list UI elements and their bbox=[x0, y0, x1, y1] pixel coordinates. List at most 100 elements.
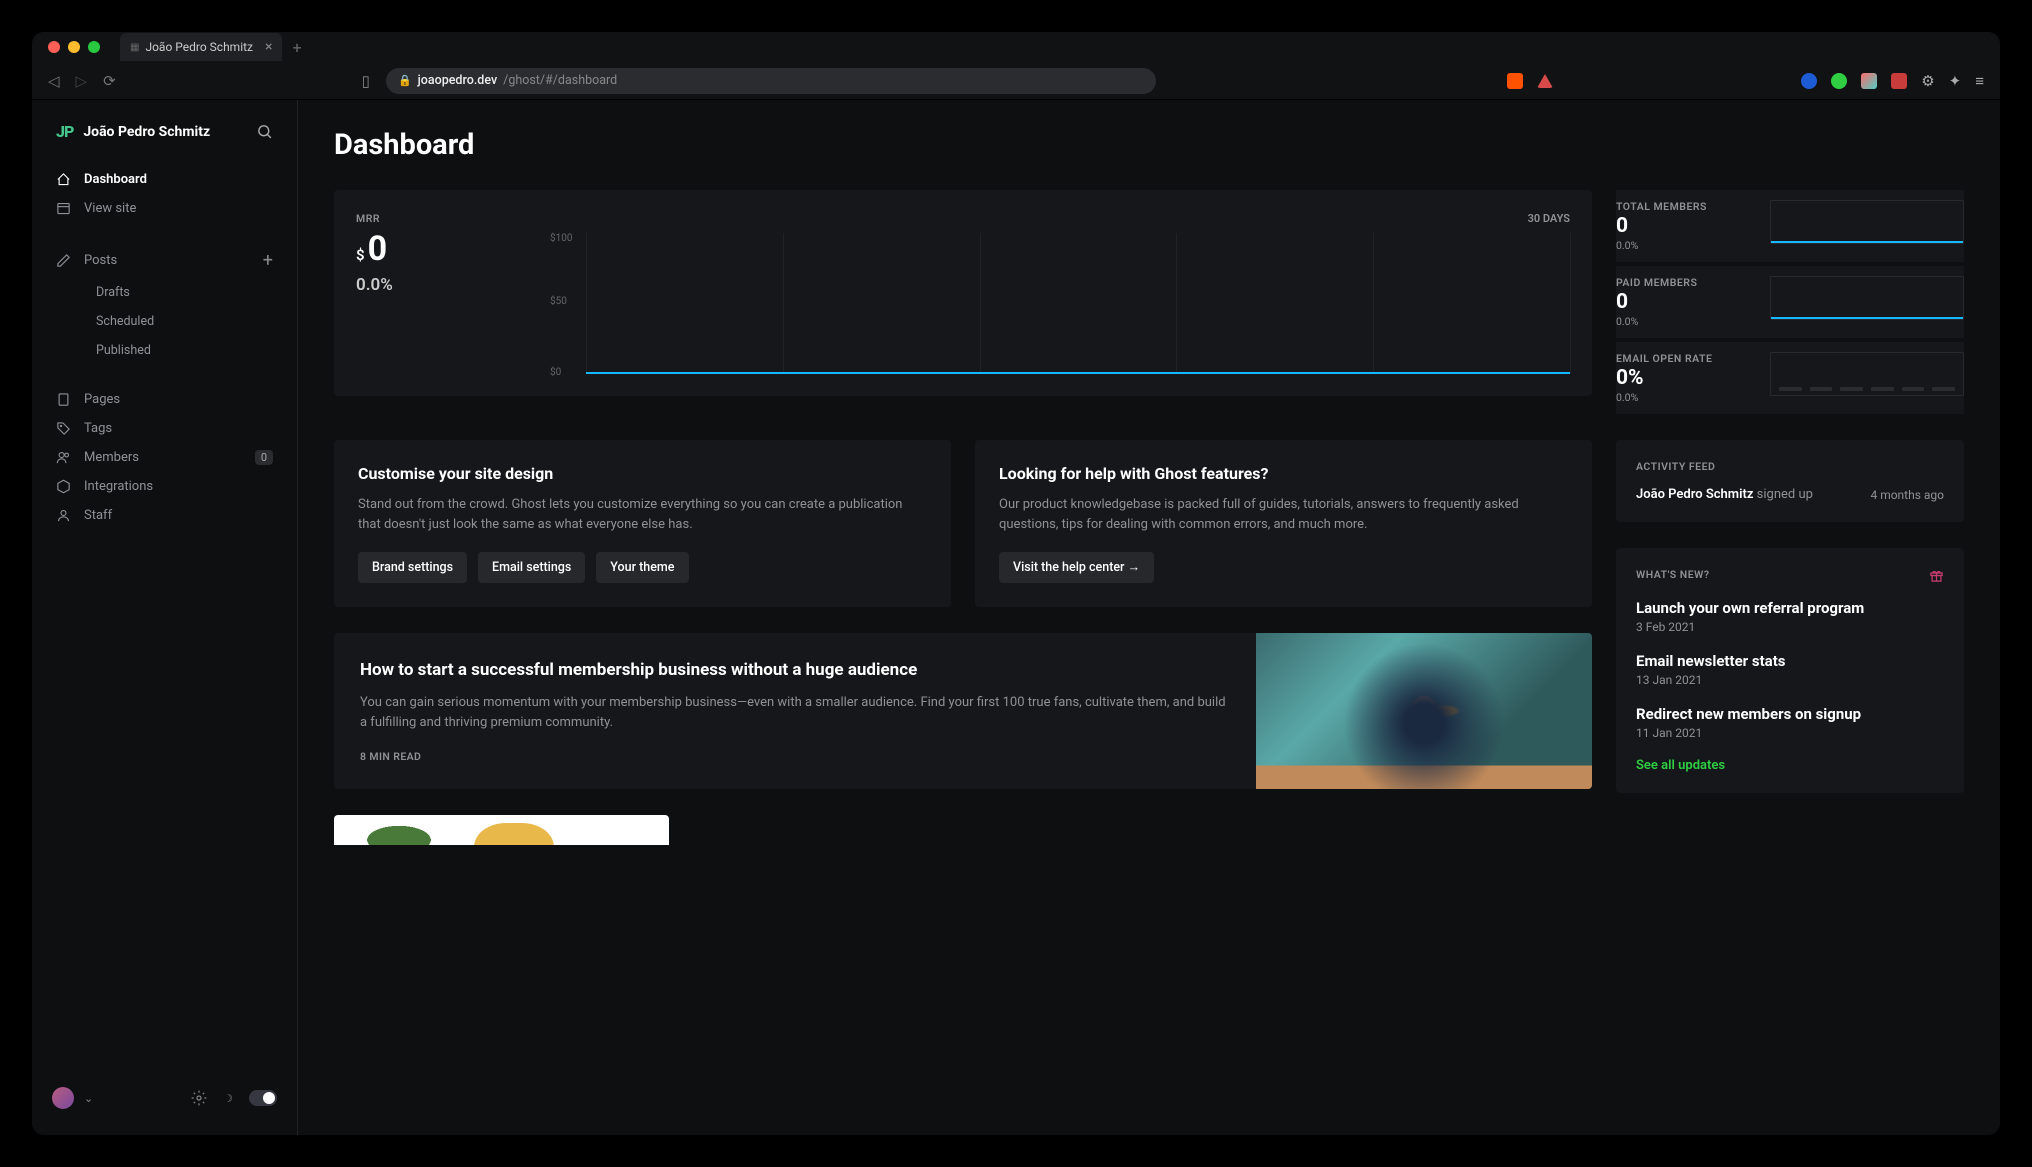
stat-delta: 0.0% bbox=[1616, 391, 1756, 404]
sidebar-item-label: Published bbox=[96, 343, 151, 358]
card-text: Our product knowledgebase is packed full… bbox=[999, 495, 1568, 534]
extension-icon[interactable] bbox=[1831, 73, 1847, 89]
maximize-window-button[interactable] bbox=[88, 41, 100, 53]
mrr-card: MRR $ 0 0.0% 30 DAYS $100 $50 $0 bbox=[334, 190, 1592, 396]
brave-rewards-icon[interactable] bbox=[1537, 74, 1553, 88]
news-item[interactable]: Email newsletter stats 13 Jan 2021 bbox=[1636, 652, 1944, 687]
y-tick: $50 bbox=[550, 296, 567, 307]
search-icon[interactable] bbox=[256, 123, 273, 140]
settings-button[interactable] bbox=[191, 1090, 207, 1106]
extension-icon[interactable] bbox=[1891, 73, 1907, 89]
news-title: Email newsletter stats bbox=[1636, 652, 1944, 670]
email-settings-button[interactable]: Email settings bbox=[478, 552, 585, 583]
sidebar-item-label: Posts bbox=[84, 253, 117, 268]
back-button[interactable]: ◁ bbox=[48, 72, 60, 90]
chevron-down-icon[interactable]: ⌄ bbox=[84, 1092, 93, 1105]
news-item[interactable]: Redirect new members on signup 11 Jan 20… bbox=[1636, 705, 1944, 740]
home-icon bbox=[56, 172, 72, 187]
sidebar-item-label: View site bbox=[84, 201, 136, 216]
extensions-icon[interactable]: ✦ bbox=[1949, 72, 1962, 90]
close-window-button[interactable] bbox=[48, 41, 60, 53]
staff-icon bbox=[56, 508, 72, 523]
brand-settings-button[interactable]: Brand settings bbox=[358, 552, 467, 583]
forward-button[interactable]: ▷ bbox=[76, 72, 88, 90]
url-host: joaopedro.dev bbox=[418, 73, 498, 88]
feed-time: 4 months ago bbox=[1870, 488, 1944, 502]
tab-favicon: ▦ bbox=[130, 42, 139, 53]
members-count-badge: 0 bbox=[255, 450, 273, 465]
your-theme-button[interactable]: Your theme bbox=[596, 552, 688, 583]
menu-icon[interactable]: ≡ bbox=[1975, 72, 1984, 90]
brave-shield-icon[interactable] bbox=[1507, 73, 1523, 89]
tab-title: João Pedro Schmitz bbox=[145, 40, 253, 54]
article-card-partial[interactable] bbox=[334, 815, 669, 845]
address-bar[interactable]: 🔒 joaopedro.dev/ghost/#/dashboard bbox=[386, 68, 1156, 94]
stat-total-members[interactable]: TOTAL MEMBERS 0 0.0% bbox=[1616, 190, 1964, 262]
sidebar-item-staff[interactable]: Staff bbox=[44, 501, 285, 530]
sidebar-item-members[interactable]: Members 0 bbox=[44, 443, 285, 472]
sidebar-item-label: Dashboard bbox=[84, 172, 147, 187]
stat-delta: 0.0% bbox=[1616, 315, 1756, 328]
sidebar: JP João Pedro Schmitz Dashboard View sit… bbox=[32, 100, 298, 1135]
sparkline-bars bbox=[1770, 352, 1964, 396]
close-tab-icon[interactable]: × bbox=[265, 39, 272, 55]
y-tick: $0 bbox=[550, 367, 561, 378]
moon-icon: ☽ bbox=[223, 1092, 233, 1105]
sidebar-item-dashboard[interactable]: Dashboard bbox=[44, 165, 285, 194]
sidebar-item-label: Members bbox=[84, 450, 139, 465]
browser-toolbar: ◁ ▷ ⟳ ▯ 🔒 joaopedro.dev/ghost/#/dashboar… bbox=[32, 62, 2000, 100]
sparkline bbox=[1770, 276, 1964, 320]
extension-icon[interactable] bbox=[1861, 73, 1877, 89]
members-icon bbox=[56, 450, 72, 465]
page-icon bbox=[56, 392, 72, 407]
article-text: You can gain serious momentum with your … bbox=[360, 693, 1230, 732]
user-avatar[interactable] bbox=[52, 1087, 74, 1109]
sidebar-item-published[interactable]: Published bbox=[44, 336, 285, 365]
sidebar-item-view-site[interactable]: View site bbox=[44, 194, 285, 223]
settings-icon[interactable]: ⚙ bbox=[1921, 72, 1934, 90]
sidebar-item-integrations[interactable]: Integrations bbox=[44, 472, 285, 501]
see-all-updates-link[interactable]: See all updates bbox=[1636, 758, 1944, 773]
y-tick: $100 bbox=[550, 233, 572, 244]
news-title: Redirect new members on signup bbox=[1636, 705, 1944, 723]
stat-email-open-rate[interactable]: EMAIL OPEN RATE 0% 0.0% bbox=[1616, 342, 1964, 414]
sidebar-item-tags[interactable]: Tags bbox=[44, 414, 285, 443]
article-card[interactable]: How to start a successful membership bus… bbox=[334, 633, 1592, 789]
sidebar-item-pages[interactable]: Pages bbox=[44, 385, 285, 414]
whats-new-card: WHAT'S NEW? Launch your own referral pro… bbox=[1616, 548, 1964, 793]
sidebar-item-label: Pages bbox=[84, 392, 120, 407]
news-date: 3 Feb 2021 bbox=[1636, 620, 1944, 634]
tag-icon bbox=[56, 421, 72, 436]
mrr-label: MRR bbox=[356, 212, 526, 225]
sidebar-item-posts[interactable]: Posts + bbox=[44, 243, 285, 278]
new-tab-button[interactable]: + bbox=[292, 38, 301, 57]
stat-paid-members[interactable]: PAID MEMBERS 0 0.0% bbox=[1616, 266, 1964, 338]
extension-icon[interactable] bbox=[1801, 73, 1817, 89]
feed-action: signed up bbox=[1753, 487, 1813, 502]
news-item[interactable]: Launch your own referral program 3 Feb 2… bbox=[1636, 599, 1944, 634]
add-post-button[interactable]: + bbox=[263, 250, 273, 271]
mrr-delta: 0.0% bbox=[356, 275, 526, 295]
sidebar-item-label: Tags bbox=[84, 421, 112, 436]
help-center-button[interactable]: Visit the help center → bbox=[999, 552, 1154, 583]
feed-user: João Pedro Schmitz bbox=[1636, 487, 1753, 502]
sidebar-item-label: Drafts bbox=[96, 285, 130, 300]
news-title: Launch your own referral program bbox=[1636, 599, 1944, 617]
reload-button[interactable]: ⟳ bbox=[103, 72, 116, 90]
bookmark-icon[interactable]: ▯ bbox=[362, 72, 370, 90]
sidebar-item-drafts[interactable]: Drafts bbox=[44, 278, 285, 307]
stat-value: 0% bbox=[1616, 366, 1756, 390]
gift-icon[interactable] bbox=[1929, 568, 1944, 583]
box-icon bbox=[56, 479, 72, 494]
site-name[interactable]: João Pedro Schmitz bbox=[83, 124, 210, 140]
mrr-chart: $100 $50 $0 bbox=[586, 233, 1570, 374]
sparkline bbox=[1770, 200, 1964, 244]
minimize-window-button[interactable] bbox=[68, 41, 80, 53]
layout-icon bbox=[56, 201, 72, 216]
dark-mode-toggle[interactable] bbox=[249, 1090, 277, 1106]
news-date: 11 Jan 2021 bbox=[1636, 726, 1944, 740]
sidebar-item-scheduled[interactable]: Scheduled bbox=[44, 307, 285, 336]
browser-tab[interactable]: ▦ João Pedro Schmitz × bbox=[120, 33, 282, 61]
news-date: 13 Jan 2021 bbox=[1636, 673, 1944, 687]
card-text: Stand out from the crowd. Ghost lets you… bbox=[358, 495, 927, 534]
